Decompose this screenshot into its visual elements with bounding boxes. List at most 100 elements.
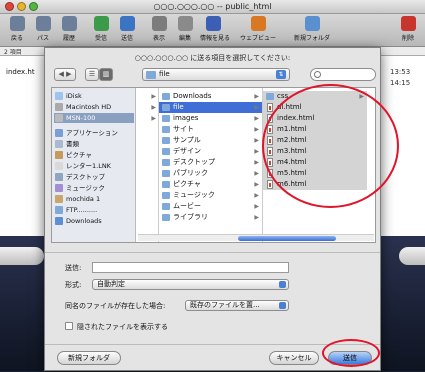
home-icon xyxy=(55,195,63,203)
file-row[interactable]: m1.html xyxy=(263,124,367,135)
cancel-button[interactable]: キャンセル xyxy=(269,351,319,365)
link-icon xyxy=(55,162,63,170)
folder-row[interactable]: ライブラリ ▶ xyxy=(159,212,262,223)
column-view-button[interactable]: ▥ xyxy=(99,68,113,81)
html-file-icon xyxy=(267,103,273,112)
toolbar-button[interactable]: 履歴 xyxy=(56,16,82,46)
send-name-field[interactable] xyxy=(92,262,289,273)
format-popup[interactable]: 自動判定 xyxy=(92,279,289,290)
list-item-time: 13:53 xyxy=(390,68,411,76)
disclosure-arrow-icon: ▶ xyxy=(254,203,259,210)
new-folder-icon xyxy=(304,16,320,31)
column-row[interactable]: ▶ xyxy=(137,102,159,113)
toolbar-button[interactable]: ウェブビュー xyxy=(236,16,280,46)
column-2: Downloads ▶ file ▶ images ▶ サイト ▶ サンプル ▶ デザイン ▶ デスクト… xyxy=(159,88,263,242)
toolbar-button[interactable]: 表示 xyxy=(146,16,172,46)
toolbar-button[interactable]: パス xyxy=(30,16,56,46)
sidebar-item[interactable]: Downloads xyxy=(54,216,134,226)
toolbar-button-label: パス xyxy=(36,35,49,42)
sidebar-item-label: Macintosh HD xyxy=(66,103,112,111)
list-item[interactable]: index.ht xyxy=(6,68,35,76)
file-row[interactable]: m6.html xyxy=(263,179,367,190)
folder-row[interactable]: デスクトップ ▶ xyxy=(159,157,262,168)
html-file-icon xyxy=(267,114,273,123)
folder-icon xyxy=(162,214,170,221)
disclosure-arrow-icon: ▶ xyxy=(254,115,259,122)
new-folder-button[interactable]: 新規フォルダ xyxy=(57,351,121,365)
dialog-prompt: ○○○.○○○.○○ に送る項目を選択してください: xyxy=(134,54,291,62)
html-file-icon xyxy=(267,136,273,145)
sidebar-item[interactable]: ピクチャ xyxy=(54,150,134,160)
disclosure-arrow-icon: ▶ xyxy=(254,104,259,111)
folder-row[interactable]: file ▶ xyxy=(159,102,262,113)
toolbar-button-label: 履歴 xyxy=(62,35,75,42)
folder-row[interactable]: images ▶ xyxy=(159,113,262,124)
back-icon xyxy=(9,16,25,31)
disk-icon xyxy=(55,114,63,122)
sidebar-item[interactable]: FTP.......... xyxy=(54,205,134,215)
folder-row[interactable]: Downloads ▶ xyxy=(159,91,262,102)
show-hidden-checkbox[interactable] xyxy=(65,322,73,330)
back-forward-buttons[interactable]: ◀ ▶ xyxy=(54,68,76,81)
folder-row[interactable]: ムービー ▶ xyxy=(159,201,262,212)
title-bar: ○○○.○○○.○○ -- public_html xyxy=(0,0,425,14)
sidebar-item[interactable]: iDisk xyxy=(54,91,134,101)
html-file-icon xyxy=(267,169,273,178)
toolbar-button[interactable]: 受信 xyxy=(88,16,114,46)
toolbar-button[interactable]: 編集 xyxy=(172,16,198,46)
search-field[interactable] xyxy=(310,68,376,81)
info-icon xyxy=(205,16,221,31)
path-popup[interactable]: file ⇅ xyxy=(142,68,290,81)
sidebar-item[interactable]: ミュージック xyxy=(54,183,134,193)
file-row[interactable]: m2.html xyxy=(263,135,367,146)
toolbar-button-label: 削除 xyxy=(401,35,414,42)
file-row[interactable]: m5.html xyxy=(263,168,367,179)
folder-row[interactable]: ピクチャ ▶ xyxy=(159,179,262,190)
send-button[interactable]: 送信 xyxy=(328,351,372,365)
sidebar-item[interactable]: レンター1.LNK xyxy=(54,161,134,171)
format-value: 自動判定 xyxy=(97,280,125,288)
file-row-label: index.html xyxy=(277,114,315,122)
list-view-button[interactable]: ☰ xyxy=(85,68,99,81)
toolbar-button[interactable]: 戻る xyxy=(4,16,30,46)
column-3: css ▶ dl.html index.html m1.html m2.html m3.ht… xyxy=(263,88,375,242)
folder-icon xyxy=(55,206,63,214)
folder-icon xyxy=(162,148,170,155)
folder-row[interactable]: css ▶ xyxy=(263,91,367,102)
column-row[interactable]: ▶ xyxy=(137,91,159,102)
sidebar-item[interactable]: MSN-100 xyxy=(54,113,134,123)
toolbar-button[interactable]: 新規フォルダ xyxy=(290,16,334,46)
file-row[interactable]: m3.html xyxy=(263,146,367,157)
sidebar-item[interactable]: mochida 1 xyxy=(54,194,134,204)
conflict-popup[interactable]: 既存のファイルを置... xyxy=(185,300,289,311)
toolbar-button-label: 送信 xyxy=(120,35,133,42)
conflict-value: 既存のファイルを置... xyxy=(190,301,260,309)
folder-row-label: デザイン xyxy=(173,147,201,155)
disclosure-arrow-icon: ▶ xyxy=(254,214,259,221)
folder-row[interactable]: デザイン ▶ xyxy=(159,146,262,157)
sidebar-item[interactable]: アプリケーション xyxy=(54,128,134,138)
horizontal-scrollbar[interactable] xyxy=(138,234,374,241)
music-icon xyxy=(55,184,63,192)
folder-row-label: デスクトップ xyxy=(173,158,215,166)
toolbar-button[interactable]: 送信 xyxy=(114,16,140,46)
folder-row[interactable]: ミュージック ▶ xyxy=(159,190,262,201)
hard-disk-icon xyxy=(55,103,63,111)
column-row[interactable]: ▶ xyxy=(137,113,159,124)
path-popup-label: file xyxy=(159,70,170,78)
folder-row[interactable]: パブリック ▶ xyxy=(159,168,262,179)
file-row[interactable]: index.html xyxy=(263,113,367,124)
file-row[interactable]: dl.html xyxy=(263,102,367,113)
toolbar-button[interactable]: 情報を見る xyxy=(200,16,230,46)
send-options: 送信: 形式: 自動判定 同名のファイルが存在した場合: 既存のファイルを置..… xyxy=(45,252,380,332)
sidebar-item[interactable]: Macintosh HD xyxy=(54,102,134,112)
folder-icon xyxy=(162,192,170,199)
folder-row[interactable]: サンプル ▶ xyxy=(159,135,262,146)
sidebar-item[interactable]: デスクトップ xyxy=(54,172,134,182)
sidebar-item[interactable]: 書類 xyxy=(54,139,134,149)
folder-row[interactable]: サイト ▶ xyxy=(159,124,262,135)
folder-row-label: ピクチャ xyxy=(173,180,201,188)
file-row[interactable]: m4.html xyxy=(263,157,367,168)
scrollbar-thumb[interactable] xyxy=(238,236,336,241)
toolbar-button[interactable]: 削除 xyxy=(395,16,421,46)
